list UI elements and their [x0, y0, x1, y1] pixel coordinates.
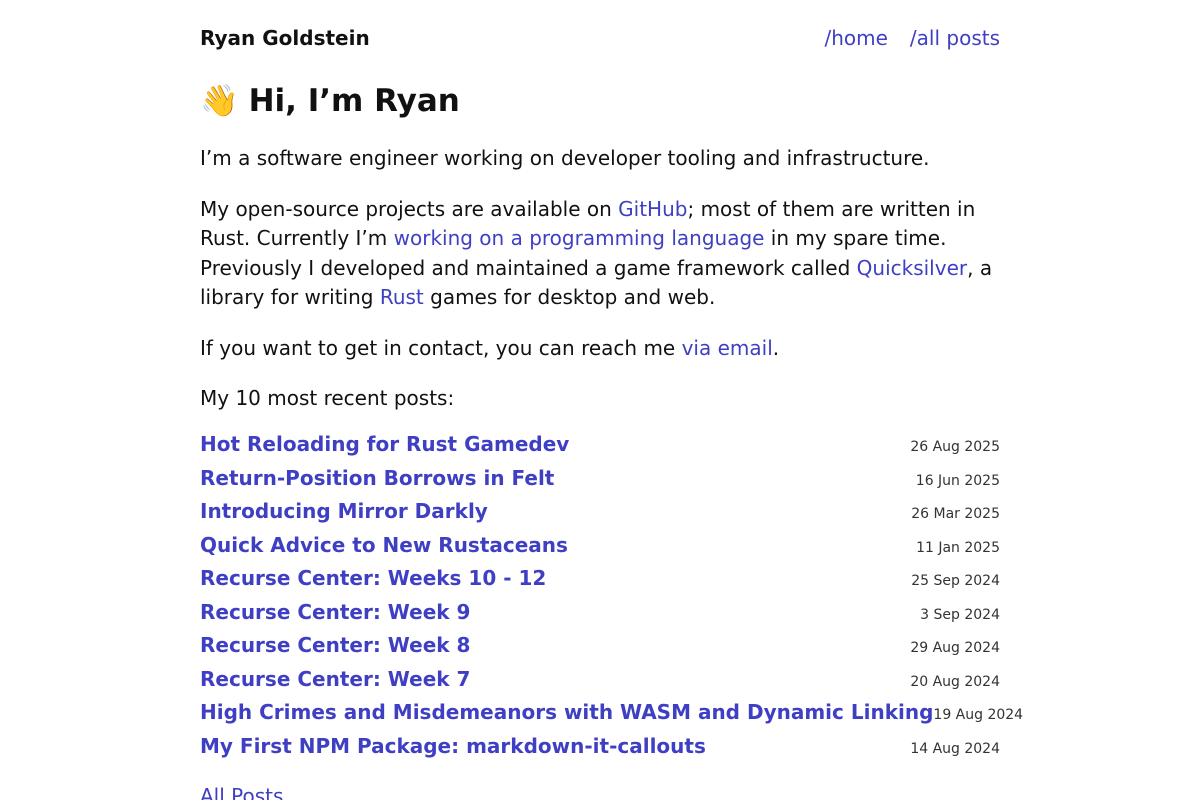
rust-link[interactable]: Rust	[380, 285, 424, 309]
nav-all-posts-link[interactable]: /all posts	[910, 26, 1000, 50]
page: Ryan Goldstein /home/all posts 👋 Hi, I’m …	[200, 0, 1023, 800]
post-link[interactable]: Recurse Center: Week 9	[200, 600, 470, 624]
post-item: Return-Position Borrows in Felt 16 Jun 20…	[200, 466, 1000, 500]
post-link[interactable]: Hot Reloading for Rust Gamedev	[200, 432, 569, 456]
post-date: 25 Sep 2024	[911, 573, 1000, 589]
quicksilver-link[interactable]: Quicksilver	[857, 256, 967, 280]
projects-text: My open-source projects are available on	[200, 196, 619, 221]
post-item: Quick Advice to New Rustaceans 11 Jan 202…	[200, 533, 1000, 567]
post-date: 29 Aug 2024	[910, 640, 1000, 656]
post-link[interactable]: Introducing Mirror Darkly	[200, 499, 488, 523]
post-date: 14 Aug 2024	[910, 740, 1000, 757]
intro-paragraph: I’m a software engineer working on devel…	[200, 146, 930, 170]
projects-text: games for desktop and web.	[423, 285, 716, 309]
post-link[interactable]: Recurse Center: Week 7	[200, 667, 470, 691]
post-date: 3 Sep 2024	[920, 606, 1000, 623]
site-header: Ryan Goldstein /home/all posts	[200, 0, 1000, 78]
post-link[interactable]: High Crimes and Misdemeanors with WASM a…	[200, 700, 933, 724]
post-date: 19 Aug 2024	[933, 707, 1024, 723]
post-date: 26 Mar 2025	[911, 506, 1000, 522]
post-item: Recurse Center: Week 8 29 Aug 2024	[200, 633, 1000, 667]
programming-language-link[interactable]: working on a programming language	[394, 226, 765, 250]
nav-home-link[interactable]: /home	[824, 26, 887, 50]
post-date: 26 Aug 2025	[910, 439, 1000, 455]
all-posts-link[interactable]: All Posts	[200, 784, 283, 800]
post-item: Recurse Center: Week 7 20 Aug 2024	[200, 667, 1000, 701]
post-link[interactable]: Recurse Center: Weeks 10 - 12	[200, 566, 546, 590]
post-date: 20 Aug 2024	[910, 673, 1000, 690]
github-link[interactable]: GitHub	[618, 197, 687, 221]
post-item: My First NPM Package: markdown-it-callou…	[200, 734, 1000, 768]
post-item: Recurse Center: Weeks 10 - 12 25 Sep 2024	[200, 566, 1000, 600]
post-date: 16 Jun 2025	[915, 472, 1000, 489]
post-link[interactable]: Return-Position Borrows in Felt	[200, 466, 554, 490]
post-item: High Crimes and Misdemeanors with WASM a…	[200, 700, 1023, 734]
projects-paragraph: My open-source projects are available on…	[200, 195, 1000, 313]
page-heading: 👋 Hi, I’m Ryan	[200, 82, 460, 120]
heading-text: Hi, I’m Ryan	[248, 83, 460, 119]
post-item: Hot Reloading for Rust Gamedev 26 Aug 202…	[200, 432, 1000, 466]
main-nav: /home/all posts	[802, 26, 1000, 50]
post-link[interactable]: Quick Advice to New Rustaceans	[200, 533, 568, 557]
post-link[interactable]: Recurse Center: Week 8	[200, 633, 470, 657]
email-link[interactable]: via email	[682, 336, 773, 360]
contact-text: .	[772, 335, 780, 360]
intro-content: I’m a software engineer working on devel…	[200, 144, 1000, 435]
site-title[interactable]: Ryan Goldstein	[200, 26, 370, 50]
recent-posts-label: My 10 most recent posts:	[200, 386, 455, 410]
contact-paragraph: If you want to get in contact, you can r…	[200, 334, 1000, 364]
post-link[interactable]: My First NPM Package: markdown-it-callou…	[200, 734, 706, 758]
recent-posts-list: Hot Reloading for Rust Gamedev 26 Aug 202…	[200, 432, 1023, 768]
post-item: Introducing Mirror Darkly 26 Mar 2025	[200, 499, 1000, 533]
waving-hand-icon: 👋	[200, 83, 239, 119]
contact-text: If you want to get in contact, you can r…	[200, 335, 682, 360]
post-item: Recurse Center: Week 9 3 Sep 2024	[200, 600, 1000, 634]
post-date: 11 Jan 2025	[916, 539, 1000, 556]
